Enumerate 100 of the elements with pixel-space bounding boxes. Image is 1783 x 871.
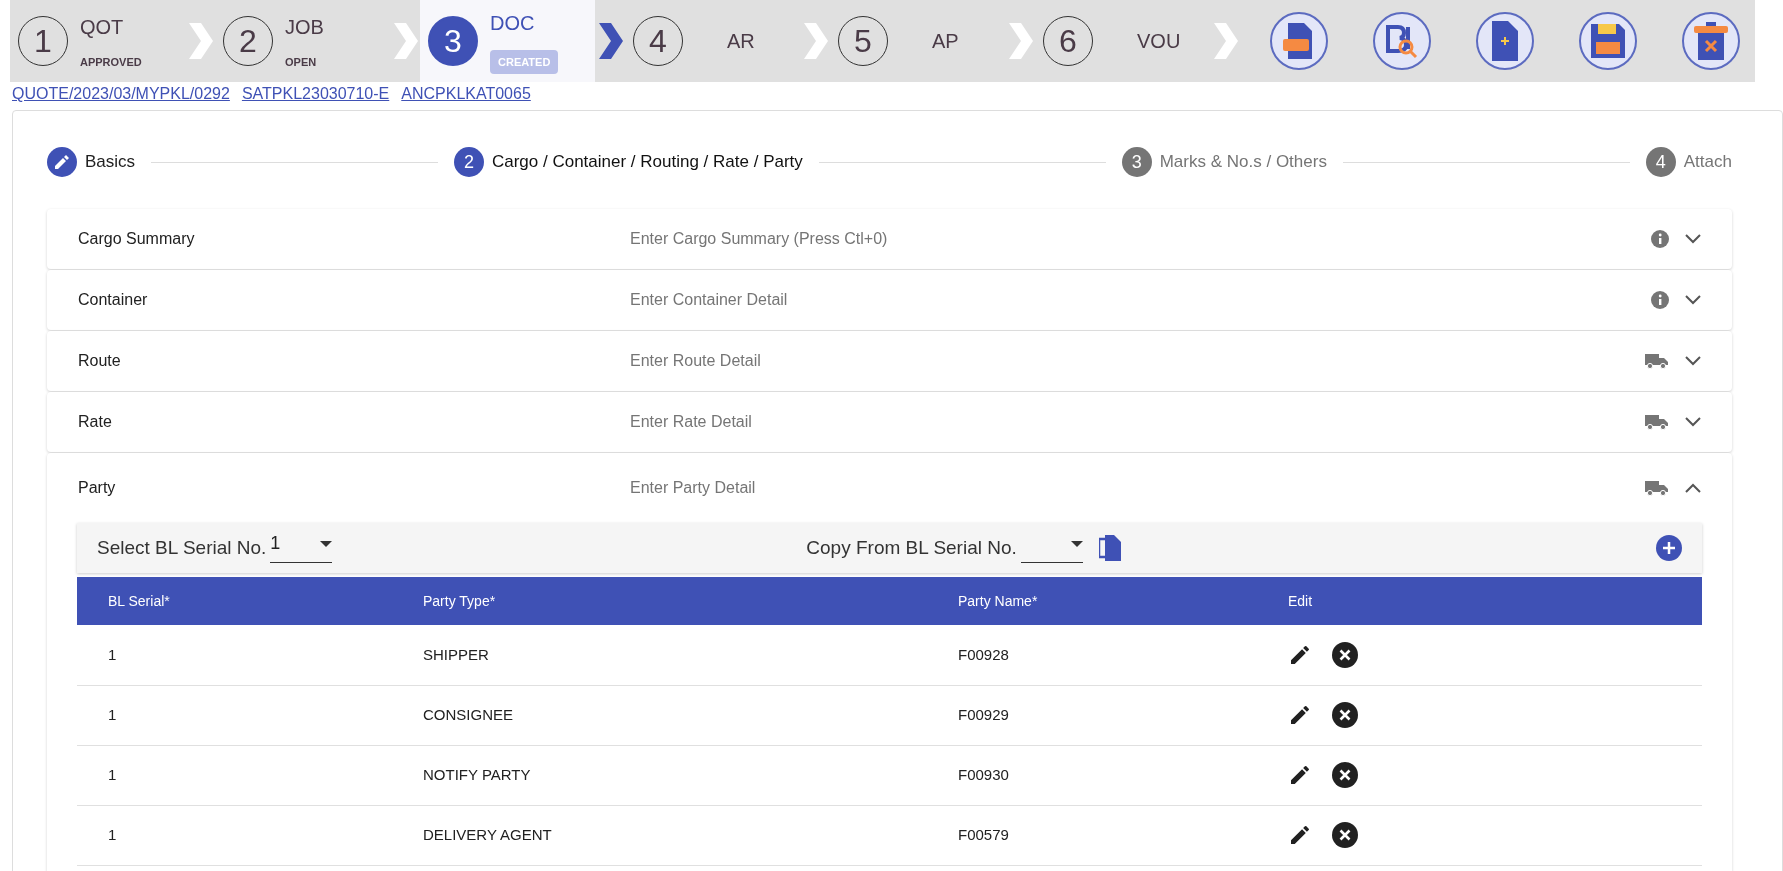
step-label: QOT: [80, 14, 125, 40]
dropdown-caret-icon: [320, 541, 333, 547]
pencil-icon[interactable]: [1288, 823, 1312, 847]
collapse-icon[interactable]: [1685, 483, 1701, 493]
table-cell: 1: [77, 625, 392, 685]
wizard-step[interactable]: Basics: [47, 147, 136, 177]
info-icon: [1651, 291, 1669, 309]
step-number: 4: [633, 16, 683, 66]
status-label: APPROVED: [80, 54, 142, 70]
table-cell: DELIVERY AGENT: [392, 805, 927, 865]
step-number: 2: [453, 147, 484, 177]
section-title: Container: [78, 290, 149, 310]
expand-icon[interactable]: [1685, 417, 1701, 427]
section-hint: Enter Rate Detail: [630, 412, 753, 432]
table-cell: F00930: [927, 745, 1257, 805]
step-done-icon: [47, 147, 77, 177]
step-number: 4: [1645, 147, 1676, 177]
table-cell: F00928: [927, 625, 1257, 685]
dropdown-caret-icon: [1070, 541, 1083, 547]
section-hint: Enter Container Detail: [630, 290, 789, 310]
truck-icon: [1645, 479, 1669, 497]
section-title: Rate: [78, 412, 113, 432]
status-badge: CREATED: [490, 49, 559, 75]
step-number: 6: [1043, 16, 1093, 66]
new-document-icon: [1490, 21, 1520, 61]
table-cell: 1: [77, 745, 392, 805]
step-number: 5: [838, 16, 888, 66]
column-header: Party Type*: [392, 577, 927, 625]
wizard-step[interactable]: 4 Attach: [1645, 147, 1732, 177]
column-header: Edit: [1257, 577, 1702, 625]
table-cell: 1: [77, 685, 392, 745]
section-hint: Enter Party Detail: [630, 478, 757, 498]
table-cell: 1: [77, 805, 392, 865]
section-title: Route: [78, 351, 122, 371]
step-number: 3: [428, 16, 478, 66]
action-button[interactable]: [1682, 12, 1740, 70]
section-title: Party: [78, 478, 117, 498]
expand-icon[interactable]: [1685, 356, 1701, 366]
step-label: Marks & No.s / Others: [1159, 151, 1327, 174]
pencil-icon[interactable]: [1288, 703, 1312, 727]
section-title: Cargo Summary: [78, 229, 196, 249]
step-label: AR: [727, 29, 755, 54]
action-button[interactable]: [1270, 12, 1328, 70]
copy-label: Copy From BL Serial No.: [806, 535, 1017, 560]
table-cell: CONSIGNEE: [392, 685, 927, 745]
truck-icon: [1645, 352, 1669, 370]
workflow-step[interactable]: 2 JOB OPEN: [215, 0, 390, 82]
pencil-icon[interactable]: [1288, 763, 1312, 787]
wizard-step[interactable]: 2 Cargo / Container / Routing / Rate / Party: [453, 147, 803, 177]
step-number: 3: [1121, 147, 1152, 177]
accordion-header[interactable]: Cargo Summary Enter Cargo Summary (Press Ctl+0): [47, 209, 1732, 269]
truck-icon: [1645, 413, 1669, 431]
step-number: 2: [223, 16, 273, 66]
accordion-header[interactable]: Party Enter Party Detail: [47, 453, 1732, 523]
remove-icon[interactable]: [1332, 641, 1358, 668]
action-button[interactable]: [1579, 12, 1637, 70]
status-label: OPEN: [285, 54, 318, 70]
magnifier-icon: [1384, 23, 1420, 59]
accordion-header[interactable]: Rate Enter Rate Detail: [47, 392, 1732, 452]
select-label: Select BL Serial No.: [97, 535, 267, 560]
action-button[interactable]: [1373, 12, 1431, 70]
expand-icon[interactable]: [1685, 295, 1701, 305]
step-label: Basics: [85, 151, 136, 174]
step-label: JOB: [285, 14, 324, 40]
workflow-step[interactable]: 4 AR: [625, 0, 800, 82]
workflow-step[interactable]: 3 DOC CREATED: [420, 0, 595, 82]
step-label: Cargo / Container / Routing / Rate / Party: [491, 151, 803, 174]
action-button[interactable]: [1476, 12, 1534, 70]
remove-icon[interactable]: [1332, 762, 1358, 788]
expand-icon[interactable]: [1685, 234, 1701, 244]
step-number: 1: [18, 16, 68, 66]
workflow-step[interactable]: 5 AP: [830, 0, 1005, 82]
trash-can-icon: [1694, 22, 1728, 60]
column-header: Party Name*: [927, 577, 1257, 625]
step-label: DOC: [490, 10, 536, 36]
reference-link[interactable]: SATPKL23030710-E: [241, 82, 390, 106]
add-icon[interactable]: [1656, 535, 1682, 561]
reference-link[interactable]: ANCPKLKAT0065: [401, 82, 531, 106]
info-icon: [1651, 230, 1669, 248]
table-cell: F00579: [927, 805, 1257, 865]
step-label: VOU: [1137, 29, 1181, 54]
accordion-header[interactable]: Container Enter Container Detail: [47, 270, 1732, 330]
table-cell: F00929: [927, 685, 1257, 745]
table-cell: NOTIFY PARTY: [392, 745, 927, 805]
section-hint: Enter Cargo Summary (Press Ctl+0): [630, 229, 889, 249]
workflow-step[interactable]: 6 VOU: [1035, 0, 1210, 82]
column-header: BL Serial*: [77, 577, 392, 625]
section-hint: Enter Route Detail: [630, 351, 762, 371]
reference-link[interactable]: QUOTE/2023/03/MYPKL/0292: [12, 82, 230, 106]
accordion-header[interactable]: Route Enter Route Detail: [47, 331, 1732, 391]
step-label: AP: [932, 29, 959, 54]
workflow-step[interactable]: 1 QOT APPROVED: [10, 0, 185, 82]
step-label: Attach: [1683, 151, 1732, 174]
remove-icon[interactable]: [1332, 822, 1358, 848]
wizard-step[interactable]: 3 Marks & No.s / Others: [1121, 147, 1327, 177]
copy-icon[interactable]: [1098, 535, 1121, 561]
serial-dropdown[interactable]: 1: [270, 533, 333, 563]
selected-value: 1: [270, 533, 281, 553]
remove-icon[interactable]: [1332, 702, 1358, 728]
table-cell: SHIPPER: [392, 625, 927, 685]
